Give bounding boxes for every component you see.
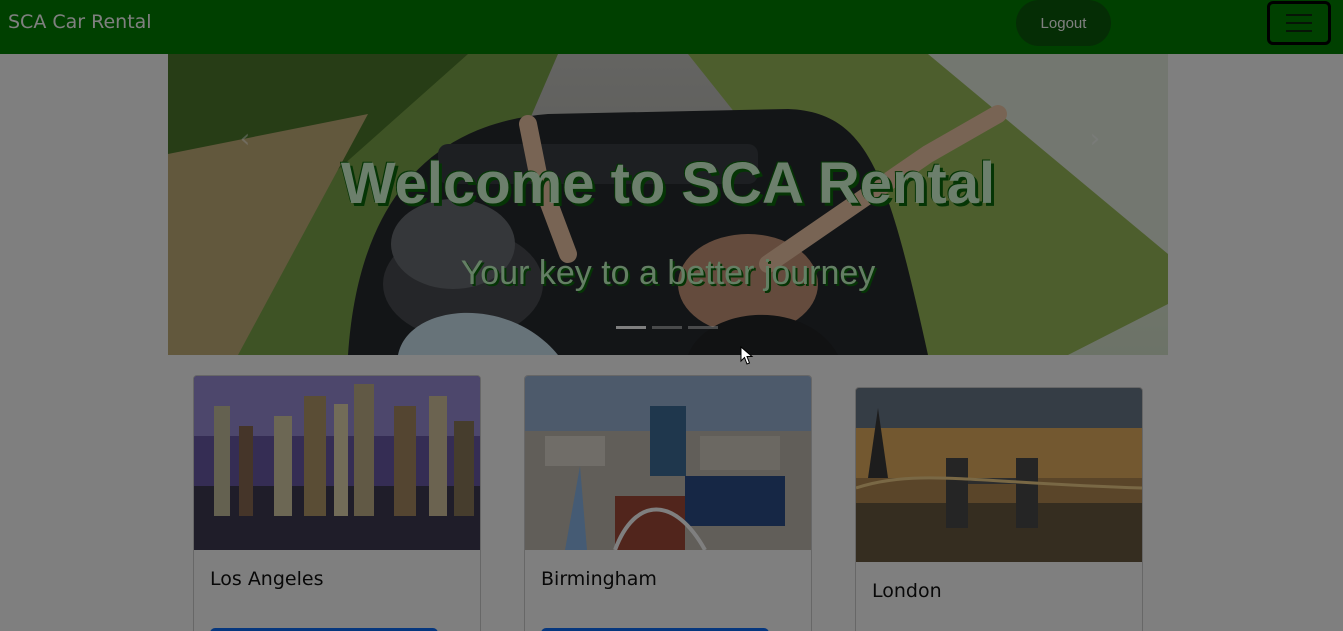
mouse-cursor-icon	[740, 346, 754, 365]
modal-backdrop[interactable]	[0, 0, 1343, 631]
